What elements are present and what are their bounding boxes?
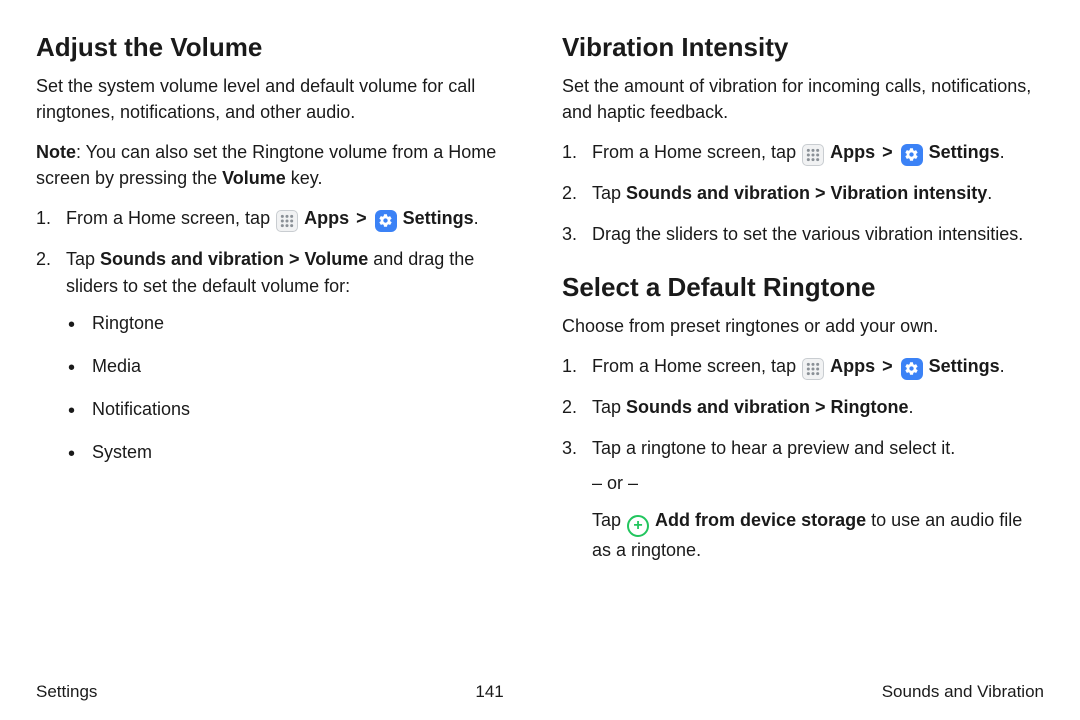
apps-label: Apps — [830, 142, 875, 162]
steps-adjust-volume: From a Home screen, tap Apps > Settings.… — [36, 205, 518, 466]
bullet-ringtone: Ringtone — [66, 310, 518, 337]
bullet-notifications: Notifications — [66, 396, 518, 423]
section-adjust-volume: Adjust the Volume Set the system volume … — [36, 32, 518, 466]
chevron: > — [356, 208, 367, 228]
step-text: From a Home screen, tap — [592, 142, 801, 162]
right-column: Vibration Intensity Set the amount of vi… — [562, 32, 1044, 672]
step-2: Tap Sounds and vibration > Vibration int… — [562, 180, 1044, 207]
volume-bullets: Ringtone Media Notifications System — [66, 310, 518, 466]
alt-text-a: Tap — [592, 510, 626, 530]
step-2: Tap Sounds and vibration > Ringtone. — [562, 394, 1044, 421]
step-3: Tap a ringtone to hear a preview and sel… — [562, 435, 1044, 564]
step-bold: Sounds and vibration > Vibration intensi… — [626, 183, 987, 203]
apps-label: Apps — [830, 356, 875, 376]
section-ringtone: Select a Default Ringtone Choose from pr… — [562, 272, 1044, 564]
footer-right: Sounds and Vibration — [882, 682, 1044, 702]
step-text: Tap — [592, 397, 626, 417]
step-text: From a Home screen, tap — [66, 208, 275, 228]
step-3-alt: Tap + Add from device storage to use an … — [592, 507, 1044, 564]
intro-adjust-volume: Set the system volume level and default … — [36, 73, 518, 125]
intro-vibration: Set the amount of vibration for incoming… — [562, 73, 1044, 125]
steps-ringtone: From a Home screen, tap Apps > Settings.… — [562, 353, 1044, 564]
settings-icon — [901, 144, 923, 166]
settings-icon — [901, 358, 923, 380]
period: . — [1000, 142, 1005, 162]
steps-vibration: From a Home screen, tap Apps > Settings.… — [562, 139, 1044, 248]
period: . — [474, 208, 479, 228]
chevron: > — [882, 356, 893, 376]
or-divider: – or – — [592, 470, 1044, 497]
step-bold: Sounds and vibration > Ringtone — [626, 397, 909, 417]
footer-left: Settings — [36, 682, 97, 702]
apps-label: Apps — [304, 208, 349, 228]
chevron: > — [882, 142, 893, 162]
bullet-media: Media — [66, 353, 518, 380]
period: . — [987, 183, 992, 203]
heading-ringtone: Select a Default Ringtone — [562, 272, 1044, 303]
footer-page-number: 141 — [475, 682, 503, 702]
step-2: Tap Sounds and vibration > Volume and dr… — [36, 246, 518, 466]
intro-ringtone: Choose from preset ringtones or add your… — [562, 313, 1044, 339]
alt-bold: Add from device storage — [655, 510, 866, 530]
step-text: From a Home screen, tap — [592, 356, 801, 376]
apps-icon — [802, 144, 824, 166]
note-label: Note — [36, 142, 76, 162]
step-1: From a Home screen, tap Apps > Settings. — [562, 139, 1044, 166]
step-text: Tap a ringtone to hear a preview and sel… — [592, 438, 955, 458]
page-content: Adjust the Volume Set the system volume … — [36, 32, 1044, 672]
step-1: From a Home screen, tap Apps > Settings. — [36, 205, 518, 232]
step-text: Tap — [592, 183, 626, 203]
step-bold: Sounds and vibration > Volume — [100, 249, 368, 269]
heading-adjust-volume: Adjust the Volume — [36, 32, 518, 63]
note-adjust-volume: Note: You can also set the Ringtone volu… — [36, 139, 518, 191]
settings-icon — [375, 210, 397, 232]
period: . — [1000, 356, 1005, 376]
settings-label: Settings — [403, 208, 474, 228]
step-1: From a Home screen, tap Apps > Settings. — [562, 353, 1044, 380]
settings-label: Settings — [929, 142, 1000, 162]
step-text: Tap — [66, 249, 100, 269]
heading-vibration: Vibration Intensity — [562, 32, 1044, 63]
section-vibration: Vibration Intensity Set the amount of vi… — [562, 32, 1044, 248]
page-footer: Settings 141 Sounds and Vibration — [36, 672, 1044, 702]
apps-icon — [276, 210, 298, 232]
step-3: Drag the sliders to set the various vibr… — [562, 221, 1044, 248]
left-column: Adjust the Volume Set the system volume … — [36, 32, 518, 672]
period: . — [909, 397, 914, 417]
bullet-system: System — [66, 439, 518, 466]
settings-label: Settings — [929, 356, 1000, 376]
apps-icon — [802, 358, 824, 380]
note-bold: Volume — [222, 168, 286, 188]
add-icon: + — [627, 515, 649, 537]
note-tail: key. — [286, 168, 323, 188]
